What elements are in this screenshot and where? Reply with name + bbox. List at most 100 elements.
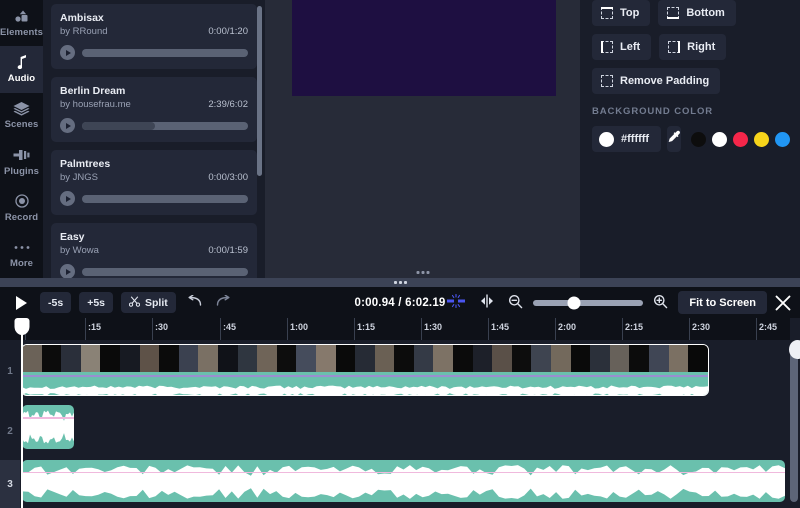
remove-padding-button[interactable]: Remove Padding [592, 68, 720, 94]
timeline-vertical-scrollbar[interactable] [790, 342, 798, 502]
panel-resize-handle[interactable] [416, 271, 429, 274]
ellipsis-icon [14, 240, 30, 255]
timeline-clip-audio-3[interactable] [22, 460, 785, 502]
track-number-gutter: 1 2 3 [0, 340, 20, 508]
audio-time: 0:00/3:00 [208, 171, 248, 185]
plug-icon [13, 148, 30, 163]
background-color-field[interactable]: #ffffff [592, 126, 661, 152]
zoom-in-button[interactable] [650, 294, 671, 312]
padding-row: Remove Padding [592, 68, 788, 94]
playhead[interactable] [21, 318, 23, 508]
align-row-horizontal: Left Right [592, 34, 788, 60]
list-item[interactable]: Easy by Wowa 0:00/1:59 [51, 223, 257, 278]
top-region: Elements Audio Scenes Plugins [0, 0, 800, 278]
color-swatch-yellow[interactable] [754, 132, 769, 147]
play-button[interactable] [10, 292, 32, 314]
play-icon[interactable] [60, 118, 75, 133]
track-number-3[interactable]: 3 [0, 460, 20, 508]
video-audio-waveform [22, 380, 708, 395]
sidebar-item-audio[interactable]: Audio [0, 46, 43, 92]
audio-player-row [60, 191, 248, 206]
audio-player-row [60, 118, 248, 133]
audio-title: Palmtrees [60, 157, 248, 171]
back-5s-label: -5s [48, 297, 63, 309]
remove-padding-label: Remove Padding [620, 75, 709, 87]
timeline-clip-video[interactable] [22, 345, 708, 395]
sidebar-item-scenes[interactable]: Scenes [0, 93, 43, 139]
preview-area [265, 0, 580, 278]
split-label: Split [145, 297, 168, 309]
ruler-tick-label: 1:45 [488, 322, 509, 332]
snap-toggle-button[interactable] [443, 294, 469, 311]
list-item[interactable]: Berlin Dream by housefrau.me 2:39/6:02 [51, 77, 257, 142]
color-swatch-red[interactable] [733, 132, 748, 147]
split-button[interactable]: Split [121, 292, 176, 313]
ruler-tick-label: 2:15 [622, 322, 643, 332]
sidebar-item-elements[interactable]: Elements [0, 0, 43, 46]
track-number-1[interactable]: 1 [0, 340, 20, 402]
redo-button[interactable] [213, 295, 234, 310]
back-5s-button[interactable]: -5s [40, 292, 71, 313]
sidebar-item-record[interactable]: Record [0, 185, 43, 231]
list-item[interactable]: Palmtrees by JNGS 0:00/3:00 [51, 150, 257, 215]
align-left-button[interactable]: Left [592, 34, 651, 60]
timeline-resize-handle[interactable] [0, 278, 800, 287]
track-number-2[interactable]: 2 [0, 402, 20, 460]
undo-button[interactable] [184, 295, 205, 310]
split-view-icon [479, 294, 495, 311]
preview-canvas[interactable] [292, 0, 556, 96]
undo-icon [187, 295, 202, 310]
align-right-button[interactable]: Right [659, 34, 726, 60]
align-top-button[interactable]: Top [592, 0, 650, 26]
align-bottom-button[interactable]: Bottom [658, 0, 736, 26]
audio-title: Easy [60, 230, 248, 244]
ruler-tick-label: 1:00 [287, 322, 308, 332]
play-icon[interactable] [60, 264, 75, 278]
playhead-handle[interactable] [15, 318, 30, 335]
color-swatch-blue[interactable] [775, 132, 790, 147]
ruler-tick-label: 1:30 [421, 322, 442, 332]
sidebar-item-label: Audio [8, 73, 35, 84]
ruler-tick-label: 1:15 [354, 322, 375, 332]
ruler-tick-label: 2:30 [689, 322, 710, 332]
align-top-label: Top [620, 7, 639, 19]
zoom-in-icon [653, 294, 668, 312]
zoom-out-button[interactable] [505, 294, 526, 312]
align-bottom-icon [667, 7, 679, 19]
timeline-clip-audio-2[interactable] [22, 405, 74, 449]
timeline-scrollbar-thumb[interactable] [789, 340, 800, 359]
layers-icon [13, 101, 30, 116]
ruler-tick-label: :45 [220, 322, 236, 332]
audio-author: by housefrau.me [60, 98, 131, 112]
play-icon[interactable] [60, 45, 75, 60]
eyedropper-button[interactable] [667, 126, 681, 152]
color-swatch-preview [599, 132, 614, 147]
align-row-vertical: Top Bottom [592, 0, 788, 26]
ruler-tick-label: :30 [152, 322, 168, 332]
zoom-slider-knob[interactable] [568, 296, 581, 309]
audio-panel-scrollbar[interactable] [257, 6, 262, 176]
split-view-button[interactable] [476, 294, 498, 311]
color-swatch-black[interactable] [691, 132, 706, 147]
fit-to-screen-button[interactable]: Fit to Screen [678, 291, 767, 314]
color-hex-value: #ffffff [621, 133, 649, 145]
sidebar-item-label: Plugins [4, 166, 39, 177]
close-icon[interactable] [774, 294, 792, 312]
audio-progress-bar[interactable] [82, 49, 248, 57]
audio-progress-bar[interactable] [82, 268, 248, 276]
play-icon[interactable] [60, 191, 75, 206]
color-swatch-white[interactable] [712, 132, 727, 147]
audio-progress-bar[interactable] [82, 122, 248, 130]
background-color-row: #ffffff [592, 126, 788, 152]
sidebar-item-more[interactable]: More [0, 232, 43, 278]
list-item[interactable]: Ambisax by RRound 0:00/1:20 [51, 4, 257, 69]
audio-author: by JNGS [60, 171, 98, 185]
timeline-ruler[interactable]: :15:30:451:001:151:301:452:002:152:302:4… [0, 318, 790, 340]
audio-player-row [60, 264, 248, 278]
audio-author: by RRound [60, 25, 108, 39]
forward-5s-button[interactable]: +5s [79, 292, 113, 313]
audio-player-row [60, 45, 248, 60]
audio-progress-bar[interactable] [82, 195, 248, 203]
sidebar-item-plugins[interactable]: Plugins [0, 139, 43, 185]
zoom-slider[interactable] [533, 300, 643, 306]
